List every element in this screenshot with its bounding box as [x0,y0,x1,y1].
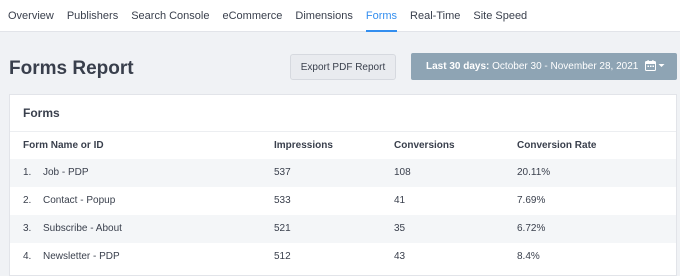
calendar-dropdown [645,60,665,71]
caret-down-icon [658,64,665,67]
conversions-value: 41 [394,195,406,206]
calendar-icon [645,60,656,71]
row-index: 4. [23,251,32,262]
column-header-conversions: Conversions [394,140,455,151]
conversion-rate-value: 7.69% [517,195,546,206]
tab-overview[interactable]: Overview [8,0,54,32]
conversion-rate-value: 6.72% [517,223,546,234]
impressions-value: 512 [274,251,291,262]
tab-site-speed[interactable]: Site Speed [473,0,527,32]
impressions-value: 533 [274,195,291,206]
export-pdf-label: Export PDF Report [300,61,386,73]
form-name: Subscribe - About [43,223,122,234]
tab-search-console[interactable]: Search Console [131,0,209,32]
form-name: Job - PDP [43,167,89,178]
tab-real-time[interactable]: Real-Time [410,0,460,32]
table-row: 4. Newsletter - PDP 512 43 8.4% [10,243,676,271]
table-header: Form Name or ID Impressions Conversions … [10,131,676,159]
column-header-conversion-rate: Conversion Rate [517,140,597,151]
date-range-label: Last 30 days: October 30 - November 28, … [426,61,638,72]
form-name: Newsletter - PDP [43,251,120,262]
card-title: Forms [23,106,60,120]
row-index: 3. [23,223,32,234]
conversion-rate-value: 8.4% [517,251,540,262]
export-pdf-button[interactable]: Export PDF Report [290,54,396,80]
column-header-form-name: Form Name or ID [23,140,104,151]
row-index: 2. [23,195,32,206]
page-title: Forms Report [9,58,134,79]
form-name: Contact - Popup [43,195,116,206]
tab-forms[interactable]: Forms [365,0,398,32]
tab-ecommerce[interactable]: eCommerce [222,0,282,32]
column-header-impressions: Impressions [274,140,333,151]
tab-dimensions[interactable]: Dimensions [295,0,352,32]
conversions-value: 108 [394,167,411,178]
conversion-rate-value: 20.11% [517,167,551,178]
date-range-button[interactable]: Last 30 days: October 30 - November 28, … [411,53,677,80]
conversions-value: 43 [394,251,406,262]
impressions-value: 521 [274,223,291,234]
table-row: 1. Job - PDP 537 108 20.11% [10,159,676,187]
impressions-value: 537 [274,167,291,178]
report-tabs: Overview Publishers Search Console eComm… [0,0,680,32]
table-row: 3. Subscribe - About 521 35 6.72% [10,215,676,243]
conversions-value: 35 [394,223,406,234]
date-range-prefix: Last 30 days: [426,61,490,72]
row-index: 1. [23,167,32,178]
date-range-value: October 30 - November 28, 2021 [492,61,639,72]
table-row: 2. Contact - Popup 533 41 7.69% [10,187,676,215]
forms-card: Forms Form Name or ID Impressions Conver… [9,94,677,276]
tab-publishers[interactable]: Publishers [67,0,118,32]
